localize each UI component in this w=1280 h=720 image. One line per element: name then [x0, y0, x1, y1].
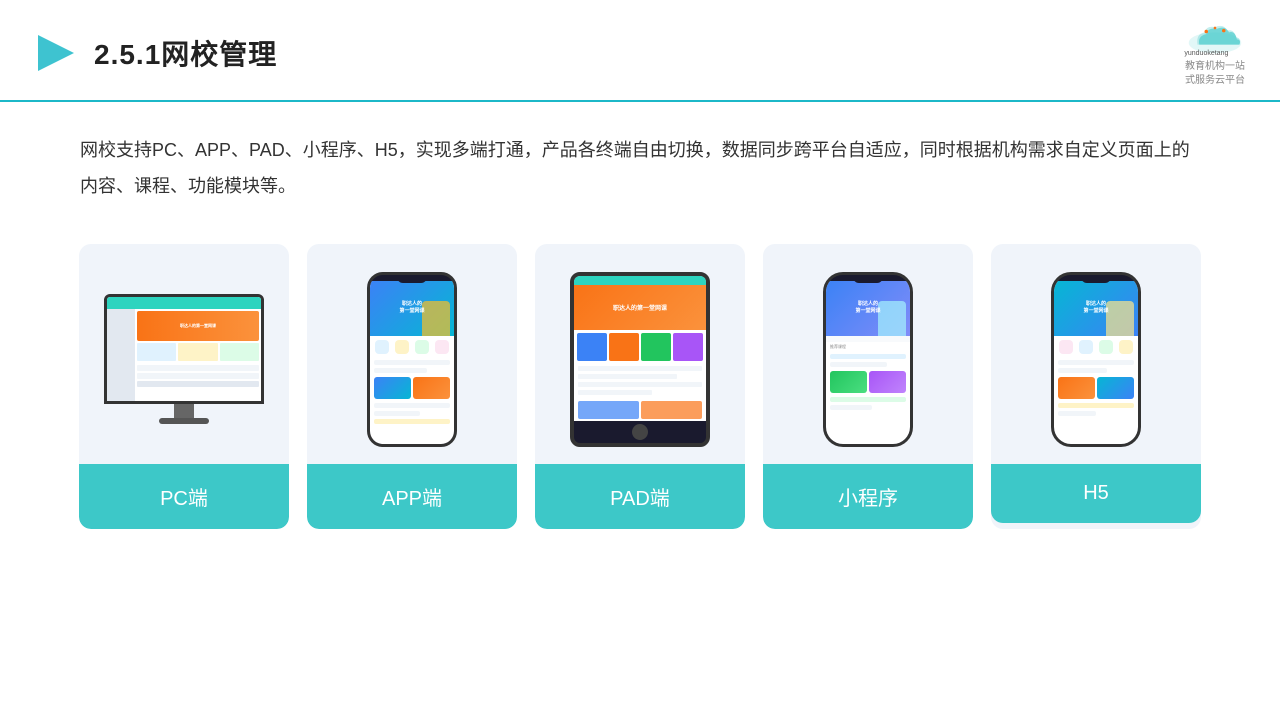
- card-pad-label: PAD端: [535, 464, 745, 529]
- logo-area: yunduoketang 教育机构一站 式服务云平台: [1180, 18, 1250, 88]
- card-pad: 职达人的第一堂网课: [535, 244, 745, 529]
- tablet-mockup: 职达人的第一堂网课: [570, 272, 710, 447]
- card-pc-label: PC端: [79, 464, 289, 529]
- card-h5-image: 职达人的第一堂网课: [991, 244, 1201, 464]
- pc-monitor-mockup: 职达人的第一堂网课: [104, 294, 264, 424]
- card-app-label: APP端: [307, 464, 517, 529]
- play-icon: [30, 29, 78, 77]
- card-pad-image: 职达人的第一堂网课: [535, 244, 745, 464]
- description-text: 网校支持PC、APP、PAD、小程序、H5，实现多端打通，产品各终端自由切换，数…: [0, 102, 1280, 214]
- phone-mockup-app: 职达人的第一堂网课: [367, 272, 457, 447]
- phone-mockup-miniapp: 职达人的第一堂网课 推荐课程: [823, 272, 913, 447]
- card-app-image: 职达人的第一堂网课: [307, 244, 517, 464]
- card-miniapp-label: 小程序: [763, 464, 973, 529]
- card-app: 职达人的第一堂网课: [307, 244, 517, 529]
- card-pc: 职达人的第一堂网课: [79, 244, 289, 529]
- svg-text:yunduoketang: yunduoketang: [1184, 50, 1228, 57]
- page-header: 2.5.1网校管理 yunduoketang 教育机构一站 式服务云平台: [0, 0, 1280, 102]
- page-title: 2.5.1网校管理: [94, 33, 277, 73]
- logo-tagline: 教育机构一站 式服务云平台: [1185, 60, 1245, 88]
- card-miniapp: 职达人的第一堂网课 推荐课程: [763, 244, 973, 529]
- yunduoketang-logo: yunduoketang: [1180, 18, 1250, 58]
- card-miniapp-image: 职达人的第一堂网课 推荐课程: [763, 244, 973, 464]
- header-left: 2.5.1网校管理: [30, 29, 277, 77]
- card-pc-image: 职达人的第一堂网课: [79, 244, 289, 464]
- platform-cards: 职达人的第一堂网课: [0, 214, 1280, 559]
- phone-mockup-h5: 职达人的第一堂网课: [1051, 272, 1141, 447]
- card-h5: 职达人的第一堂网课: [991, 244, 1201, 529]
- card-h5-label: H5: [991, 464, 1201, 523]
